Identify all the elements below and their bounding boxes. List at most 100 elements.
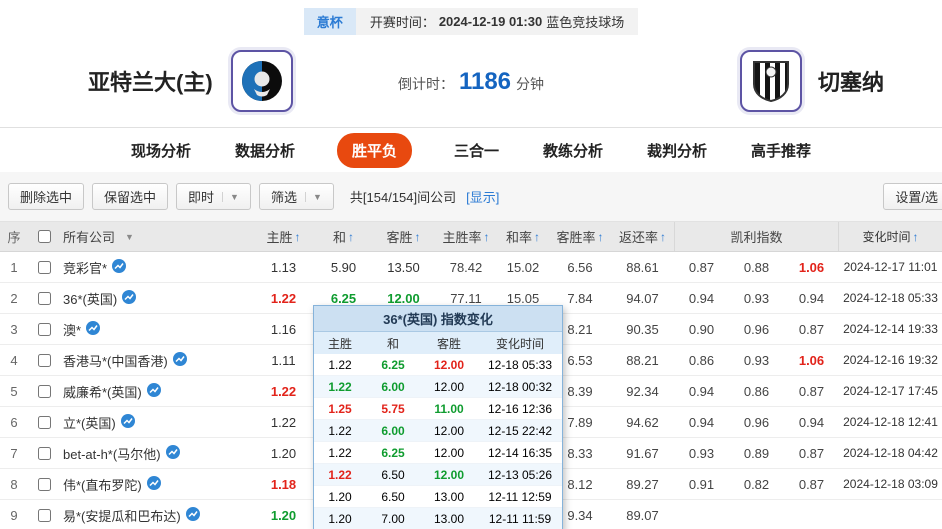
- home-odds[interactable]: 1.16: [252, 322, 315, 337]
- home-odds[interactable]: 1.13: [252, 260, 315, 275]
- row-checkbox[interactable]: [38, 509, 51, 522]
- popup-col-time: 变化时间: [478, 335, 562, 352]
- away-team-name: 切塞纳: [818, 65, 884, 97]
- home-odds[interactable]: 1.22: [252, 384, 315, 399]
- away-odds[interactable]: 12.00: [372, 291, 435, 306]
- tab[interactable]: 现场分析: [129, 134, 193, 167]
- popup-away-odds: 11.00: [420, 402, 478, 416]
- tab[interactable]: 教练分析: [541, 134, 605, 167]
- popup-home-odds: 1.25: [314, 402, 366, 416]
- row-checkbox[interactable]: [38, 261, 51, 274]
- row-index: 3: [0, 322, 28, 337]
- row-checkbox[interactable]: [38, 478, 51, 491]
- home-odds[interactable]: 1.20: [252, 508, 315, 523]
- league-badge[interactable]: 意杯: [304, 8, 356, 35]
- countdown-label: 倒计时：: [398, 76, 454, 92]
- col-header-return-rate[interactable]: 返还率↑: [611, 222, 674, 251]
- company-name[interactable]: 香港马*(中国香港): [63, 351, 168, 370]
- odds-trend-icon[interactable]: [186, 507, 200, 524]
- col-header-draw-odds[interactable]: 和↑: [315, 222, 372, 251]
- home-odds[interactable]: 1.22: [252, 291, 315, 306]
- tab[interactable]: 数据分析: [233, 134, 297, 167]
- company-name[interactable]: 威廉希*(英国): [63, 382, 142, 401]
- kelly-away: 1.06: [784, 260, 839, 275]
- col-header-away-rate[interactable]: 客胜率↑: [549, 222, 611, 251]
- row-checkbox[interactable]: [38, 416, 51, 429]
- company-name[interactable]: 竞彩官*: [63, 258, 107, 277]
- company-name[interactable]: 澳*: [63, 320, 81, 339]
- instant-odds-dropdown[interactable]: 即时▼: [176, 183, 251, 210]
- popup-change-time: 12-18 05:33: [478, 358, 562, 372]
- table-row: 1 竞彩官* 1.13 5.90 13.50 78.42 15.02 6.56 …: [0, 252, 942, 283]
- company-name[interactable]: 伟*(直布罗陀): [63, 475, 142, 494]
- return-rate: 91.67: [611, 446, 674, 461]
- col-header-company[interactable]: 所有公司▼: [60, 227, 252, 246]
- row-checkbox-cell: [28, 354, 60, 367]
- row-checkbox[interactable]: [38, 292, 51, 305]
- draw-rate: 15.02: [497, 260, 549, 275]
- top-bar: 意杯 开赛时间： 2024-12-19 01:30 蓝色竞技球场: [0, 8, 942, 35]
- popup-home-odds: 1.22: [314, 358, 366, 372]
- row-index: 1: [0, 260, 28, 275]
- odds-trend-icon[interactable]: [173, 352, 187, 369]
- filter-dropdown[interactable]: 筛选▼: [259, 183, 334, 210]
- home-odds[interactable]: 1.22: [252, 415, 315, 430]
- match-teams: 亚特兰大(主) 倒计时：1186分钟: [0, 40, 942, 128]
- away-team-logo: [740, 50, 802, 112]
- odds-trend-icon[interactable]: [122, 290, 136, 307]
- draw-odds[interactable]: 5.90: [315, 260, 372, 275]
- away-team: 切塞纳: [740, 50, 884, 112]
- draw-odds[interactable]: 6.25: [315, 291, 372, 306]
- kelly-draw: 0.96: [729, 322, 784, 337]
- row-checkbox[interactable]: [38, 447, 51, 460]
- col-header-away-odds[interactable]: 客胜↑: [372, 222, 435, 251]
- popup-change-time: 12-15 22:42: [478, 424, 562, 438]
- row-checkbox-cell: [28, 447, 60, 460]
- odds-trend-icon[interactable]: [147, 476, 161, 493]
- col-header-checkbox: [28, 230, 60, 243]
- analysis-tab-bar: 现场分析 数据分析 胜平负 三合一 教练分析 裁判分析 高手推荐: [0, 128, 942, 172]
- col-header-home-odds[interactable]: 主胜↑: [252, 222, 315, 251]
- odds-trend-icon[interactable]: [112, 259, 126, 276]
- row-checkbox-cell: [28, 385, 60, 398]
- popup-home-odds: 1.22: [314, 468, 366, 482]
- company-name[interactable]: 36*(英国): [63, 289, 117, 308]
- col-header-change-time[interactable]: 变化时间↑: [839, 222, 942, 251]
- tab[interactable]: 高手推荐: [749, 134, 813, 167]
- home-odds[interactable]: 1.18: [252, 477, 315, 492]
- company-filter-icon[interactable]: ▼: [125, 232, 134, 242]
- popup-history-row: 1.20 7.00 13.00 12-11 11:59: [314, 508, 562, 529]
- odds-trend-icon[interactable]: [147, 383, 161, 400]
- popup-body: 1.22 6.25 12.00 12-18 05:33 1.22 6.00 12…: [314, 354, 562, 529]
- return-rate: 94.62: [611, 415, 674, 430]
- company-name[interactable]: 立*(英国): [63, 413, 116, 432]
- delete-selected-button[interactable]: 删除选中: [8, 183, 84, 210]
- away-odds[interactable]: 13.50: [372, 260, 435, 275]
- settings-button[interactable]: 设置/选: [883, 183, 942, 210]
- popup-away-odds: 13.00: [420, 490, 478, 504]
- tab[interactable]: 胜平负: [337, 133, 412, 168]
- tab[interactable]: 三合一: [452, 134, 501, 167]
- change-time: 2024-12-17 11:01: [839, 260, 942, 274]
- row-index: 7: [0, 446, 28, 461]
- odds-trend-icon[interactable]: [166, 445, 180, 462]
- popup-away-odds: 12.00: [420, 380, 478, 394]
- home-odds[interactable]: 1.11: [252, 353, 315, 368]
- change-time: 2024-12-16 19:32: [839, 353, 942, 367]
- company-name[interactable]: 易*(安提瓜和巴布达): [63, 506, 181, 525]
- tab[interactable]: 裁判分析: [645, 134, 709, 167]
- change-time: 2024-12-18 12:41: [839, 415, 942, 429]
- company-name[interactable]: bet-at-h*(马尔他): [63, 444, 161, 463]
- show-link[interactable]: [显示]: [466, 187, 499, 206]
- col-header-home-rate[interactable]: 主胜率↑: [435, 222, 497, 251]
- col-header-draw-rate[interactable]: 和率↑: [497, 222, 549, 251]
- row-checkbox[interactable]: [38, 354, 51, 367]
- home-odds[interactable]: 1.20: [252, 446, 315, 461]
- odds-trend-icon[interactable]: [86, 321, 100, 338]
- row-checkbox[interactable]: [38, 385, 51, 398]
- keep-selected-button[interactable]: 保留选中: [92, 183, 168, 210]
- row-checkbox[interactable]: [38, 323, 51, 336]
- sort-up-icon: ↑: [295, 230, 301, 244]
- odds-trend-icon[interactable]: [121, 414, 135, 431]
- select-all-checkbox[interactable]: [38, 230, 51, 243]
